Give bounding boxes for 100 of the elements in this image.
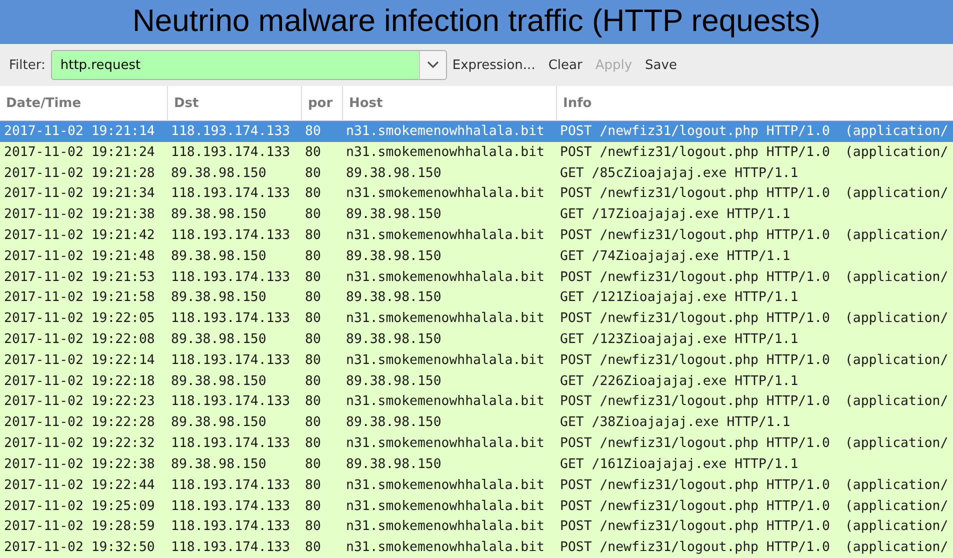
table-cell-text: 89.38.98.150 <box>345 248 442 266</box>
table-cell-text: 118.193.174.133 <box>170 393 292 412</box>
table-cell-text: 118.193.174.133 <box>170 518 292 536</box>
table-cell: GET /38Zioajajaj.exe HTTP/1.1 <box>560 415 790 430</box>
table-cell: (application/ <box>844 540 948 556</box>
table-cell-text: 80 <box>304 539 322 558</box>
filter-field[interactable]: http.request <box>51 50 420 80</box>
table-cell: POST /newfiz31/logout.php HTTP/1.0 <box>560 540 830 556</box>
table-cell-text: 2017-11-02 19:22:32 <box>3 435 156 454</box>
table-cell-text: 118.193.174.133 <box>170 185 292 204</box>
table-cell-text: 2017-11-02 19:22:38 <box>3 456 156 474</box>
table-cell-text: n31.smokemenowhhalala.bit <box>345 185 546 204</box>
table-cell-text: 80 <box>304 393 322 412</box>
table-cell: POST /newfiz31/logout.php HTTP/1.0 <box>560 144 830 160</box>
column-header[interactable]: Host <box>342 86 556 120</box>
table-cell-text: 80 <box>304 122 322 141</box>
table-cell: POST /newfiz31/logout.php HTTP/1.0 <box>560 478 830 493</box>
table-cell-text: 2017-11-02 19:22:05 <box>3 310 156 328</box>
table-cell-text: 2017-11-02 19:21:53 <box>3 268 156 287</box>
table-cell: POST /newfiz31/logout.php HTTP/1.0 <box>560 228 830 243</box>
table-cell: GET /85cZioajajaj.exe HTTP/1.1 <box>560 166 798 181</box>
table-cell-text: 118.193.174.133 <box>170 310 292 328</box>
table-cell-text: 80 <box>304 144 322 162</box>
column-header[interactable]: Dst <box>167 86 301 120</box>
table-cell-text: n31.smokemenowhhalala.bit <box>345 476 546 495</box>
table-cell-text: n31.smokemenowhhalala.bit <box>345 518 546 536</box>
table-cell-text: 89.38.98.150 <box>170 164 268 183</box>
table-cell: GET /161Zioajajaj.exe HTTP/1.1 <box>560 456 798 472</box>
table-cell-text: 89.38.98.150 <box>170 206 268 224</box>
table-cell-text: 118.193.174.133 <box>170 144 292 162</box>
table-cell-text: 89.38.98.150 <box>170 289 268 308</box>
column-header[interactable]: Date/Time <box>0 86 167 120</box>
table-cell-text: n31.smokemenowhhalala.bit <box>345 435 546 454</box>
table-cell-text: 118.193.174.133 <box>170 435 292 454</box>
table-cell-text: n31.smokemenowhhalala.bit <box>345 539 546 558</box>
table-cell: POST /newfiz31/logout.php HTTP/1.0 <box>560 311 830 326</box>
table-cell: (application/ <box>844 228 948 243</box>
table-cell-text: 2017-11-02 19:22:44 <box>3 476 156 495</box>
table-cell-text: 80 <box>304 435 322 454</box>
table-cell: (application/ <box>844 478 948 493</box>
table-cell-text: n31.smokemenowhhalala.bit <box>345 122 546 141</box>
table-cell: POST /newfiz31/logout.php HTTP/1.0 <box>560 498 830 514</box>
table-cell-text: 118.193.174.133 <box>170 268 292 287</box>
toolbar-button[interactable]: Clear <box>543 58 590 72</box>
table-cell: POST /newfiz31/logout.php HTTP/1.0 <box>560 519 830 534</box>
table-cell-text: 80 <box>304 310 322 328</box>
table-cell-text: n31.smokemenowhhalala.bit <box>345 352 546 370</box>
table-cell-text: 80 <box>304 226 322 245</box>
table-cell-text: 89.38.98.150 <box>170 456 268 474</box>
table-cell-text: 118.193.174.133 <box>170 352 292 370</box>
table-cell-text: 89.38.98.150 <box>345 206 442 224</box>
table-cell-text: 2017-11-02 19:22:28 <box>3 414 156 432</box>
table-cell: GET /123Zioajajaj.exe HTTP/1.1 <box>560 332 798 348</box>
column-header[interactable]: Info <box>556 86 953 120</box>
table-cell-text: 89.38.98.150 <box>345 164 442 183</box>
table-cell: (application/ <box>844 394 948 410</box>
table-cell-text: 89.38.98.150 <box>170 414 268 432</box>
table-cell-text: 80 <box>304 372 322 391</box>
table-cell: POST /newfiz31/logout.php HTTP/1.0 <box>560 352 830 368</box>
table-cell-text: 89.38.98.150 <box>170 248 268 266</box>
table-cell-text: 89.38.98.150 <box>345 456 442 474</box>
table-cell-text: 118.193.174.133 <box>170 539 292 558</box>
table-cell-text: 89.38.98.150 <box>345 331 442 350</box>
table-cell-text: 2017-11-02 19:21:34 <box>3 185 156 204</box>
table-cell-text: 2017-11-02 19:22:14 <box>3 352 156 370</box>
table-cell-text: n31.smokemenowhhalala.bit <box>345 310 546 328</box>
table-cell: (application/ <box>844 270 948 285</box>
table-cell-text: 89.38.98.150 <box>170 372 268 391</box>
table-cell-text: 118.193.174.133 <box>170 122 292 141</box>
toolbar-button[interactable]: Expression... <box>447 58 544 72</box>
table-cell-text: n31.smokemenowhhalala.bit <box>345 498 546 516</box>
table-cell-text: 2017-11-02 19:21:24 <box>3 144 156 162</box>
table-cell-text: 80 <box>304 476 322 495</box>
table-cell-text: 80 <box>304 414 322 432</box>
table-cell: GET /121Zioajajaj.exe HTTP/1.1 <box>560 290 798 306</box>
toolbar-button[interactable]: Save <box>640 58 685 72</box>
table-cell: POST /newfiz31/logout.php HTTP/1.0 <box>560 394 830 410</box>
table-cell-text: 89.38.98.150 <box>170 331 268 350</box>
table-cell-text: 80 <box>304 352 322 370</box>
table-cell: (application/ <box>844 186 948 202</box>
table-cell-text: 2017-11-02 19:21:42 <box>3 226 156 245</box>
table-cell: POST /newfiz31/logout.php HTTP/1.0 <box>560 436 830 452</box>
table-cell-text: 80 <box>304 185 322 204</box>
table-cell-text: 80 <box>304 331 322 350</box>
table-cell-text: 80 <box>304 498 322 516</box>
table-cell-text: 80 <box>304 164 322 183</box>
table-cell: (application/ <box>844 436 948 452</box>
table-cell: GET /226Zioajajaj.exe HTTP/1.1 <box>560 374 798 389</box>
table-cell-text: 2017-11-02 19:22:08 <box>3 331 156 350</box>
table-cell: POST /newfiz31/logout.php HTTP/1.0 <box>560 186 830 202</box>
table-cell-text: 2017-11-02 19:21:48 <box>3 248 156 266</box>
table-cell: GET /17Zioajajaj.exe HTTP/1.1 <box>560 207 790 222</box>
table-cell-text: 80 <box>304 206 322 224</box>
table-cell-text: 2017-11-02 19:32:50 <box>3 539 156 558</box>
dropdown-button[interactable] <box>419 50 448 80</box>
table-cell: POST /newfiz31/logout.php HTTP/1.0 <box>560 270 830 285</box>
table-cell-text: 2017-11-02 19:21:58 <box>3 289 156 308</box>
table-cell: (application/ <box>844 311 948 326</box>
table-cell-text: 80 <box>304 456 322 474</box>
column-header[interactable]: por <box>301 86 342 120</box>
